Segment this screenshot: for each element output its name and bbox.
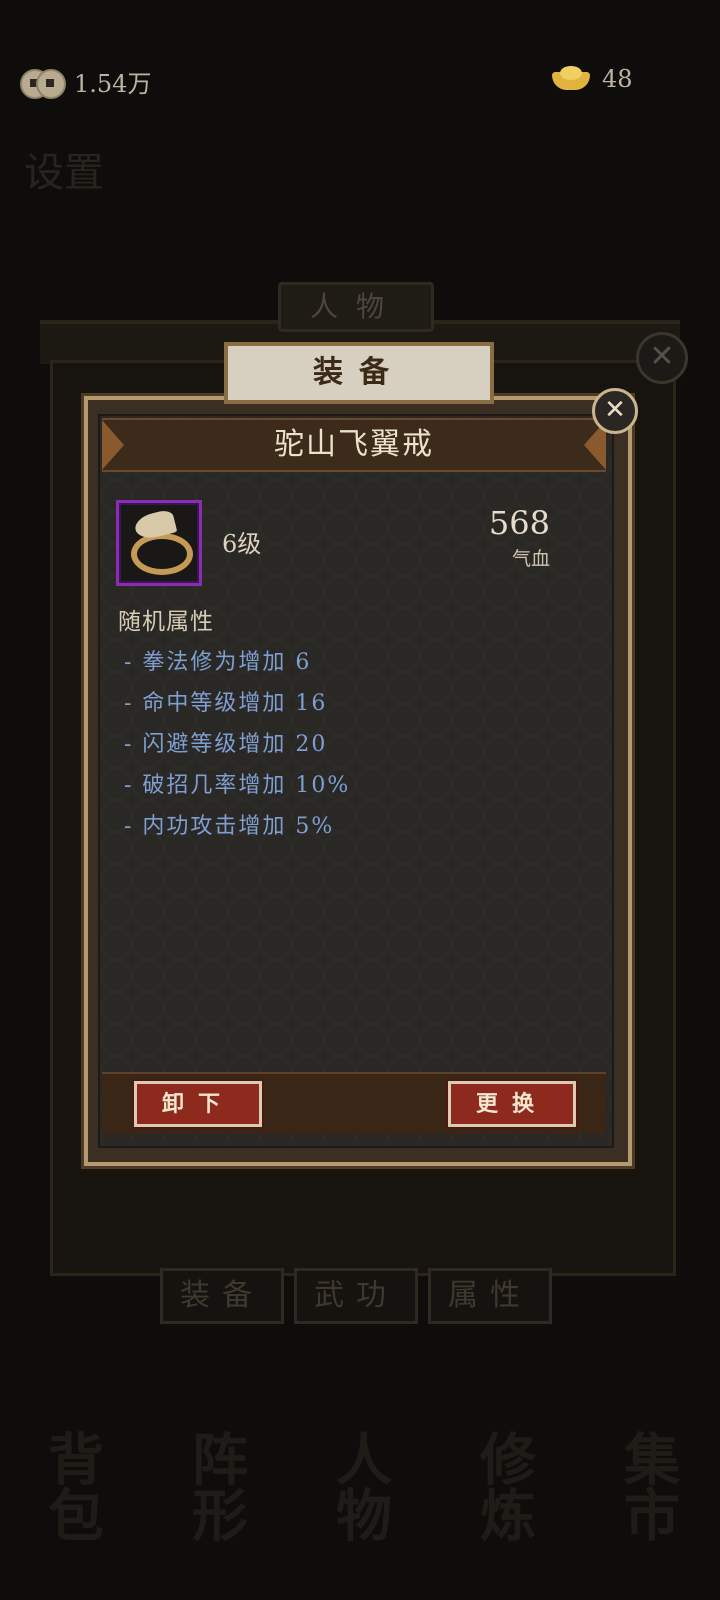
stat-label: 气血	[511, 548, 550, 570]
nav-market[interactable]: 集市	[608, 1430, 689, 1560]
attribute-line: - 拳法修为增加 6	[124, 650, 312, 675]
bg-close-icon[interactable]: ✕	[636, 332, 688, 384]
random-attributes-list: - 拳法修为增加 6 - 命中等级增加 16 - 闪避等级增加 20 - 破招几…	[124, 642, 350, 847]
random-attributes-title: 随机属性	[118, 609, 214, 635]
item-name: 驼山飞翼戒	[102, 418, 606, 472]
ingot-counter: 48	[550, 64, 633, 94]
nav-training[interactable]: 修炼	[464, 1430, 545, 1560]
ingot-amount: 48	[602, 65, 633, 93]
close-icon[interactable]: ✕	[592, 388, 638, 434]
bottom-nav: 背包 阵形 人物 修炼 集市	[0, 1430, 720, 1560]
bg-tab-character[interactable]: 人物	[278, 282, 434, 332]
attribute-line: - 破招几率增加 10%	[124, 773, 351, 798]
unequip-button[interactable]: 卸下	[134, 1081, 262, 1127]
coin-icon	[20, 67, 66, 99]
bg-bottom-tabs: 装备 武功 属性	[160, 1268, 552, 1324]
attribute-line: - 命中等级增加 16	[124, 691, 328, 716]
tab-attributes[interactable]: 属性	[428, 1268, 552, 1324]
nav-backpack[interactable]: 背包	[32, 1430, 113, 1560]
coin-counter: 1.54万	[20, 64, 151, 99]
tab-martial-arts[interactable]: 武功	[294, 1268, 418, 1324]
gold-ingot-icon	[550, 64, 592, 94]
tab-equipment[interactable]: 装备	[160, 1268, 284, 1324]
dialog-header: 装备	[224, 342, 494, 404]
stat-value: 568	[488, 504, 550, 542]
bg-settings-label: 设置	[24, 150, 104, 196]
winged-ring-icon	[116, 500, 202, 586]
attribute-line: - 闪避等级增加 20	[124, 732, 328, 757]
item-level: 6级	[222, 530, 262, 558]
nav-formation[interactable]: 阵形	[176, 1430, 257, 1560]
attribute-line: - 内功攻击增加 5%	[124, 814, 335, 839]
replace-button[interactable]: 更换	[448, 1081, 576, 1127]
nav-character[interactable]: 人物	[320, 1430, 401, 1560]
coin-amount: 1.54万	[74, 70, 152, 98]
